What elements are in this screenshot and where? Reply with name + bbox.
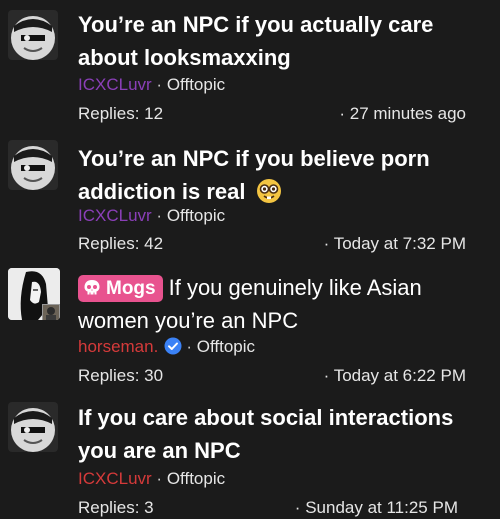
- thread-item[interactable]: You’re an NPC if you believe porn addict…: [0, 130, 500, 262]
- thread-author[interactable]: ICXCLuvr: [78, 206, 152, 225]
- separator: ·: [156, 206, 163, 225]
- nerd-face-icon: [256, 178, 282, 204]
- thread-meta: ICXCLuvr · Offtopic: [78, 74, 225, 96]
- thread-item[interactable]: Mogs If you genuinely like Asian women y…: [0, 262, 500, 392]
- user-avatar[interactable]: [8, 10, 58, 60]
- thread-meta: horseman. · Offtopic: [78, 336, 255, 358]
- thread-time: · 27 minutes ago: [339, 103, 466, 125]
- reply-count: Replies: 3: [78, 498, 154, 517]
- user-avatar[interactable]: [8, 140, 58, 190]
- thread-forum[interactable]: Offtopic: [197, 337, 255, 356]
- separator: ·: [323, 234, 330, 253]
- timestamp[interactable]: Today at 6:22 PM: [334, 366, 466, 385]
- separator: ·: [186, 337, 192, 356]
- separator: ·: [339, 104, 346, 123]
- thread-time: · Today at 7:32 PM: [324, 233, 466, 255]
- thread-meta: ICXCLuvr · Offtopic: [78, 205, 225, 227]
- thread-time: · Today at 6:22 PM: [324, 365, 466, 387]
- timestamp[interactable]: Today at 7:32 PM: [334, 234, 466, 253]
- separator: ·: [323, 366, 330, 385]
- thread-meta: ICXCLuvr · Offtopic: [78, 468, 225, 490]
- reply-count: Replies: 30: [78, 366, 164, 385]
- reply-count: Replies: 12: [78, 104, 164, 123]
- thread-item[interactable]: You’re an NPC if you actually care about…: [0, 0, 500, 130]
- thread-title[interactable]: You’re an NPC if you believe porn addict…: [78, 142, 488, 208]
- thread-author[interactable]: horseman.: [78, 337, 158, 356]
- thread-forum[interactable]: Offtopic: [167, 206, 225, 225]
- thread-author[interactable]: ICXCLuvr: [78, 75, 152, 94]
- user-avatar[interactable]: [8, 402, 58, 452]
- thread-author[interactable]: ICXCLuvr: [78, 469, 152, 488]
- timestamp[interactable]: 27 minutes ago: [350, 104, 466, 123]
- thread-title-text[interactable]: You’re an NPC if you believe porn addict…: [78, 146, 430, 204]
- skull-icon: [83, 278, 101, 296]
- separator: ·: [156, 75, 163, 94]
- thread-time: · Sunday at 11:25 PM: [295, 497, 458, 519]
- thread-title[interactable]: You’re an NPC if you actually care about…: [78, 8, 488, 74]
- timestamp[interactable]: Sunday at 11:25 PM: [305, 498, 458, 517]
- thread-forum[interactable]: Offtopic: [167, 75, 225, 94]
- thread-item[interactable]: If you care about social interactions yo…: [0, 392, 500, 517]
- reply-count: Replies: 42: [78, 234, 164, 253]
- secondary-avatar: [42, 304, 60, 320]
- thread-title[interactable]: Mogs If you genuinely like Asian women y…: [78, 271, 488, 337]
- separator: ·: [156, 469, 163, 488]
- user-avatar[interactable]: [8, 268, 60, 320]
- verified-icon: [164, 337, 182, 355]
- thread-forum[interactable]: Offtopic: [167, 469, 225, 488]
- separator: ·: [294, 498, 301, 517]
- thread-title[interactable]: If you care about social interactions yo…: [78, 401, 488, 467]
- prefix-label: Mogs: [106, 278, 156, 299]
- prefix-badge[interactable]: Mogs: [78, 275, 163, 302]
